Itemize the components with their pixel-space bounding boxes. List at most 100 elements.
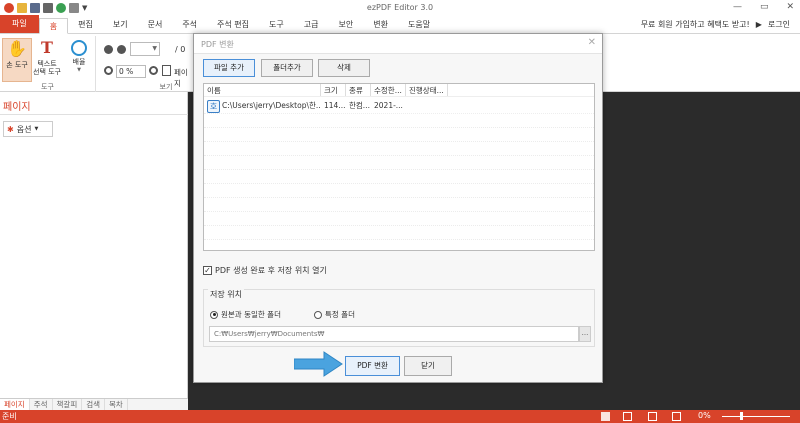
- column-header-type[interactable]: 종류: [346, 84, 371, 96]
- options-button[interactable]: ✱ 옵션 ▼: [3, 121, 53, 137]
- cell-type: 한컴...: [349, 101, 370, 110]
- grid-view-icon[interactable]: [672, 412, 681, 421]
- tools-group-label: 도구: [41, 83, 54, 91]
- zoom-out-icon[interactable]: [104, 66, 113, 75]
- empty-row: [204, 198, 594, 212]
- menu-bar: 파일 홈 편집 보기 문서 주석 주석 편집 도구 고급 보안 변환 도움말 무…: [0, 15, 800, 34]
- empty-row: [204, 114, 594, 128]
- zoom-slider[interactable]: [722, 416, 790, 417]
- empty-row: [204, 142, 594, 156]
- account-area: 무료 회원 가입하고 혜택도 받고! ▶ 로그인: [641, 19, 790, 30]
- title-bar: ▼ ezPDF Editor 3.0 — ▭ ✕: [0, 0, 800, 16]
- cell-modified: 2021-...: [374, 101, 403, 110]
- ribbon-group-view: ▼ / 0 0 % 페이지 보기: [98, 36, 194, 92]
- table-row[interactable]: 호 C:\Users\jerry\Desktop\한... 114... 한컴..…: [204, 97, 594, 114]
- left-panel: 페이지 ✱ 옵션 ▼ 페이지 주석 책갈피 검색 목차: [0, 92, 188, 410]
- table-header: 이름 크기 종류 수정한... 진행상태...: [204, 84, 594, 97]
- specific-folder-radio[interactable]: [314, 310, 322, 319]
- login-link[interactable]: 로그인: [768, 19, 790, 30]
- zoom-dropdown-icon[interactable]: ▼: [64, 66, 94, 74]
- menu-tab-convert[interactable]: 변환: [363, 17, 398, 33]
- add-file-button[interactable]: 파일 추가: [203, 59, 255, 77]
- panel-title: 페이지: [3, 102, 31, 113]
- text-select-button[interactable]: T 텍스트 선택 도구: [32, 38, 62, 76]
- close-window-button[interactable]: ✕: [786, 2, 794, 12]
- dialog-close-icon[interactable]: ✕: [588, 37, 596, 48]
- menu-tab-view[interactable]: 보기: [103, 17, 138, 33]
- open-after-checkbox[interactable]: ✓: [203, 266, 212, 275]
- cell-name: 호 C:\Users\jerry\Desktop\한...: [204, 97, 321, 113]
- continuous-view-icon[interactable]: [623, 412, 632, 421]
- gear-icon: ✱: [7, 124, 14, 134]
- menu-tab-file[interactable]: 파일: [0, 15, 39, 33]
- panel-tab-toc[interactable]: 목차: [105, 399, 128, 410]
- zoom-in-icon[interactable]: [149, 66, 158, 75]
- close-button[interactable]: 닫기: [404, 356, 452, 376]
- same-folder-option[interactable]: 원본과 동일한 폴더: [210, 309, 281, 320]
- specific-folder-label: 특정 폴더: [325, 310, 355, 319]
- text-select-icon: T: [41, 38, 53, 57]
- same-folder-label: 원본과 동일한 폴더: [221, 310, 281, 319]
- specific-folder-option[interactable]: 특정 폴더: [314, 309, 355, 320]
- minimize-button[interactable]: —: [733, 2, 742, 12]
- empty-row: [204, 170, 594, 184]
- text-select-label-1: 텍스트: [37, 60, 57, 68]
- panel-tabs: 페이지 주석 책갈피 검색 목차: [0, 398, 188, 410]
- empty-row: [204, 128, 594, 142]
- prev-page-icon[interactable]: [117, 45, 126, 54]
- column-header-size[interactable]: 크기: [321, 84, 346, 96]
- app-title: ezPDF Editor 3.0: [366, 3, 434, 12]
- pdf-convert-dialog: PDF 변환 ✕ 파일 추가 폴더추가 삭제 이름 크기 종류 수정한... 진…: [193, 33, 603, 383]
- status-zoom-percent: 0%: [698, 411, 711, 420]
- open-after-option[interactable]: ✓ PDF 생성 완료 후 저장 위치 열기: [203, 265, 327, 276]
- panel-tab-pages[interactable]: 페이지: [0, 399, 30, 410]
- page-view-icon[interactable]: [162, 65, 171, 76]
- cell-size: 114...: [324, 101, 346, 110]
- open-after-label: PDF 생성 완료 후 저장 위치 열기: [215, 266, 327, 275]
- chevron-down-icon: ▼: [34, 126, 39, 132]
- cell-status: [406, 97, 448, 113]
- column-header-status[interactable]: 진행상태...: [406, 84, 448, 96]
- zoom-icon: [71, 40, 87, 56]
- convert-button[interactable]: PDF 변환: [345, 356, 400, 376]
- column-header-name[interactable]: 이름: [204, 84, 321, 96]
- browse-button[interactable]: ...: [579, 326, 591, 342]
- menu-tab-comment[interactable]: 주석: [172, 17, 207, 33]
- menu-tab-advanced[interactable]: 고급: [294, 17, 329, 33]
- menu-tab-edit[interactable]: 편집: [68, 17, 103, 33]
- panel-tab-bookmarks[interactable]: 책갈피: [53, 399, 83, 410]
- save-location-group: 저장 위치 원본과 동일한 폴더 특정 폴더 C:₩Users₩jerry₩Do…: [203, 289, 595, 347]
- delete-button[interactable]: 삭제: [318, 59, 370, 77]
- first-page-icon[interactable]: [104, 45, 113, 54]
- panel-tab-comments[interactable]: 주석: [30, 399, 53, 410]
- restore-button[interactable]: ▭: [760, 2, 769, 12]
- status-bar: 준비 0%: [0, 410, 800, 423]
- promo-link[interactable]: 무료 회원 가입하고 혜택도 받고!: [641, 19, 750, 30]
- text-select-label-2: 선택 도구: [33, 68, 61, 76]
- dialog-title: PDF 변환: [201, 40, 234, 49]
- column-header-modified[interactable]: 수정한...: [371, 84, 406, 96]
- same-folder-radio[interactable]: [210, 310, 218, 319]
- single-page-view-icon[interactable]: [601, 412, 610, 421]
- page-total: / 0: [175, 45, 186, 54]
- two-page-view-icon[interactable]: [648, 412, 657, 421]
- empty-row: [204, 212, 594, 226]
- menu-tab-home[interactable]: 홈: [38, 18, 69, 34]
- menu-tab-document[interactable]: 문서: [138, 17, 173, 33]
- menu-tab-help[interactable]: 도움말: [398, 17, 440, 33]
- panel-tab-search[interactable]: 검색: [82, 399, 106, 410]
- zoom-label: 배율: [72, 58, 86, 66]
- page-select[interactable]: ▼: [130, 42, 160, 56]
- menu-tab-tools[interactable]: 도구: [259, 17, 294, 33]
- zoom-percent-field[interactable]: 0 %: [116, 65, 146, 78]
- zoom-slider-thumb[interactable]: [740, 412, 743, 420]
- menu-tab-security[interactable]: 보안: [329, 17, 364, 33]
- menu-tab-comment-edit[interactable]: 주석 편집: [207, 17, 259, 33]
- play-icon: ▶: [755, 20, 762, 29]
- ribbon-group-tools: ✋ 손 도구 T 텍스트 선택 도구 배율 ▼ 도구: [0, 36, 96, 92]
- save-path-field[interactable]: C:₩Users₩jerry₩Documents₩: [209, 326, 579, 342]
- options-label: 옵션: [16, 124, 32, 134]
- hand-tool-button[interactable]: ✋ 손 도구: [2, 38, 32, 82]
- zoom-button[interactable]: 배율 ▼: [64, 38, 94, 74]
- add-folder-button[interactable]: 폴더추가: [261, 59, 313, 77]
